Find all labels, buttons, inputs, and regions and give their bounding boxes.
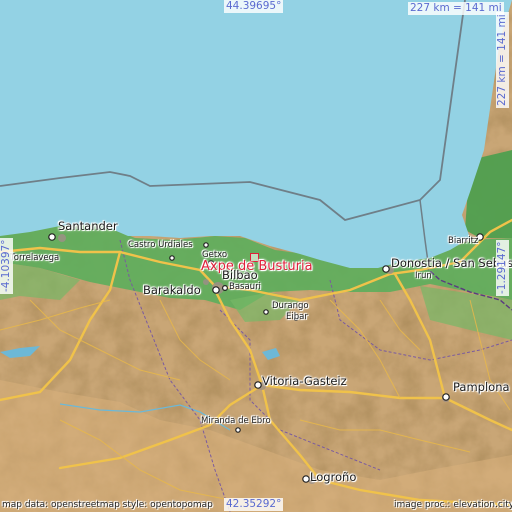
place-label-miranda-de-ebro: Miranda de Ebro bbox=[201, 416, 271, 426]
image-credit: image proc.: elevation.city bbox=[394, 500, 512, 510]
place-label-eibar: Eibar bbox=[286, 312, 308, 322]
coord-bottom-label: 42.35292° bbox=[224, 498, 284, 511]
place-label-pamplona: Pamplona bbox=[453, 380, 510, 394]
place-label-biarritz: Biarritz bbox=[448, 236, 479, 246]
place-label-vitoria-gasteiz: Vitoria-Gasteiz bbox=[262, 374, 347, 388]
place-label-bilbao: Bilbao bbox=[222, 268, 258, 282]
place-label-basauri: Basauri bbox=[229, 282, 261, 292]
coord-top-label: 44.39695° bbox=[224, 0, 284, 13]
place-label-durango: Durango bbox=[272, 301, 309, 311]
place-label-logrono: Logroño bbox=[310, 470, 357, 484]
place-label-irun: Irun bbox=[415, 271, 432, 281]
place-label-castro-urdiales: Castro Urdiales bbox=[128, 240, 193, 250]
scale-right-label: 227 km = 141 mi bbox=[496, 12, 509, 108]
place-label-barakaldo: Barakaldo bbox=[143, 283, 201, 297]
scale-top-label: 227 km = 141 mi bbox=[408, 2, 504, 15]
place-label-donostia: Donostia / San Sebastián bbox=[391, 256, 512, 270]
coord-right-label: -1.29147° bbox=[496, 239, 509, 296]
map-credit: map data: openstreetmap style: opentopom… bbox=[2, 500, 213, 510]
place-label-santander: Santander bbox=[58, 219, 118, 233]
place-label-torrelavega: Torrelavega bbox=[10, 253, 60, 263]
coord-left-label: -4.10397° bbox=[0, 237, 13, 294]
